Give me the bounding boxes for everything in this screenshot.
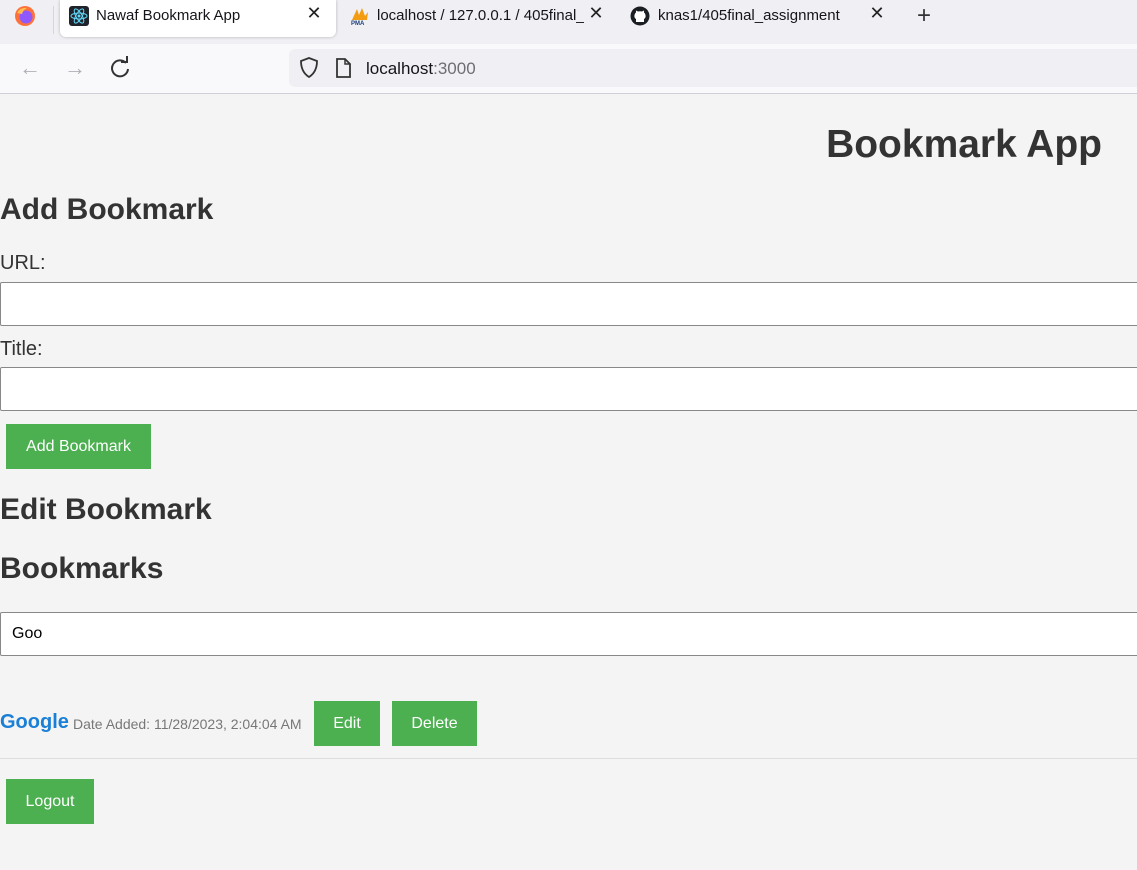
edit-bookmark-heading: Edit Bookmark: [0, 493, 212, 526]
title-label: Title:: [0, 338, 43, 360]
close-icon[interactable]: ✕: [867, 3, 887, 24]
address-bar[interactable]: localhost:3000: [289, 49, 1137, 87]
react-icon: [69, 6, 89, 26]
close-icon[interactable]: ✕: [304, 3, 324, 24]
bookmarks-heading: Bookmarks: [0, 552, 164, 585]
bookmark-link[interactable]: Google: [0, 711, 69, 734]
divider: [0, 758, 1137, 759]
edit-button[interactable]: Edit: [314, 701, 380, 746]
url-label: URL:: [0, 252, 46, 274]
browser-nav-bar: ← → localhost:3000: [0, 44, 1137, 94]
logout-button[interactable]: Logout: [6, 779, 94, 824]
delete-button[interactable]: Delete: [392, 701, 477, 746]
tab-label: knas1/405final_assignment: [658, 7, 840, 24]
tab-github[interactable]: knas1/405final_assignment ✕: [626, 0, 896, 36]
bookmark-list-item: Google Date Added: 11/28/2023, 2:04:04 A…: [0, 701, 1137, 746]
bookmark-date-added: Date Added: 11/28/2023, 2:04:04 AM: [73, 716, 302, 732]
github-icon: [630, 6, 650, 26]
tab-separator: [53, 6, 54, 34]
reload-icon[interactable]: [107, 55, 133, 81]
url-port: :3000: [433, 59, 476, 78]
page-content: Bookmark App Add Bookmark URL: Title: Ad…: [0, 95, 1137, 870]
url-input[interactable]: [0, 282, 1137, 326]
phpmyadmin-icon: PMA: [351, 8, 368, 26]
new-tab-button[interactable]: +: [912, 2, 936, 30]
firefox-icon[interactable]: [14, 5, 36, 27]
close-icon[interactable]: ✕: [586, 3, 606, 24]
svg-text:PMA: PMA: [351, 21, 365, 26]
add-bookmark-button[interactable]: Add Bookmark: [6, 424, 151, 469]
tab-phpmyadmin[interactable]: PMA localhost / 127.0.0.1 / 405final_ass…: [344, 0, 610, 36]
url-host: localhost: [366, 59, 434, 78]
url-text[interactable]: localhost:3000: [366, 59, 476, 79]
add-bookmark-heading: Add Bookmark: [0, 193, 214, 226]
page-icon: [336, 58, 351, 78]
tab-label: localhost / 127.0.0.1 / 405final_assignm…: [377, 7, 584, 24]
back-arrow-icon[interactable]: ←: [17, 55, 43, 81]
shield-icon[interactable]: [299, 57, 319, 79]
tab-nawaf-bookmark-app[interactable]: Nawaf Bookmark App ✕: [60, 0, 336, 37]
tab-label: Nawaf Bookmark App: [96, 7, 241, 24]
title-input[interactable]: [0, 367, 1137, 411]
browser-tab-bar: Nawaf Bookmark App ✕ PMA localhost / 127…: [0, 0, 1137, 44]
search-input[interactable]: [0, 612, 1137, 656]
page-title: Bookmark App: [826, 123, 1102, 166]
forward-arrow-icon[interactable]: →: [62, 55, 88, 81]
